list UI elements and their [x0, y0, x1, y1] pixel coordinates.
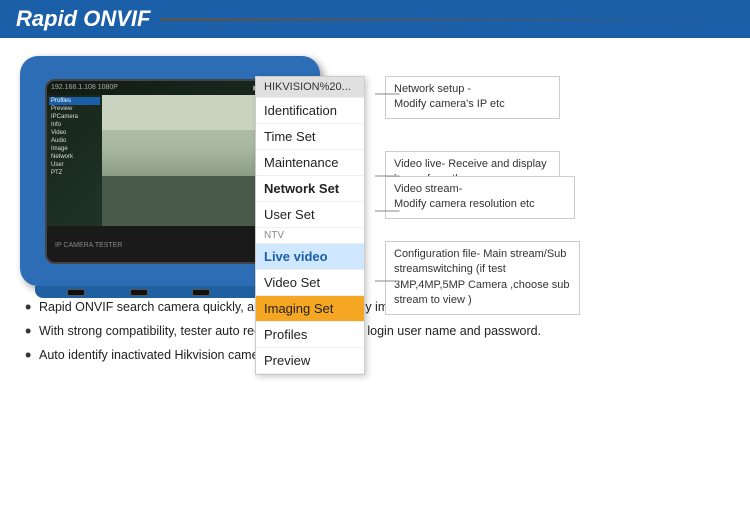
connector-3 [192, 289, 210, 296]
right-area: Network setup -Modify camera's IP etc Vi… [375, 46, 735, 286]
page-header: Rapid ONVIF [0, 0, 750, 38]
screen-status-left: 192.168.1.108 1080P [51, 84, 118, 91]
screen-sidebar-ptz[interactable]: PTZ [49, 169, 100, 177]
screen-sidebar-audio[interactable]: Audio [49, 137, 100, 145]
annotation-video-stream: Video stream-Modify camera resolution et… [385, 176, 575, 219]
bullet-dot-3: • [25, 346, 33, 366]
annotation-network-text: Network setup -Modify camera's IP etc [394, 83, 505, 110]
screen-sidebar-network[interactable]: Network [49, 153, 100, 161]
menu-time-set[interactable]: Time Set [256, 124, 364, 150]
left-area: 192.168.1.108 1080P ▶ VALUE ● Profiles P… [15, 46, 375, 286]
annotation-config-text: Configuration file- Main stream/Sub stre… [394, 248, 569, 306]
menu-live-video[interactable]: Live video [256, 244, 364, 270]
bullet-item-3: • Auto identify inactivated Hikvision ca… [25, 346, 730, 366]
bullet-dot-1: • [25, 298, 33, 318]
annotation-stream-text: Video stream-Modify camera resolution et… [394, 183, 535, 210]
screen-sidebar: Profiles Preview IPCamera Info Video Aud… [47, 95, 102, 226]
screen-sidebar-ipcamera[interactable]: IPCamera [49, 113, 100, 121]
screen-sidebar-info[interactable]: Info [49, 121, 100, 129]
annotation-network-setup: Network setup -Modify camera's IP etc [385, 76, 560, 119]
menu-video-set[interactable]: Video Set [256, 270, 364, 296]
menu-maintenance[interactable]: Maintenance [256, 150, 364, 176]
menu-user-set[interactable]: User Set [256, 202, 364, 228]
header-line [160, 18, 734, 21]
page-title: Rapid ONVIF [16, 6, 150, 32]
device-label-left: IP CAMERA TESTER [55, 242, 122, 249]
screen-sidebar-image[interactable]: Image [49, 145, 100, 153]
bullet-item-1: • Rapid ONVIF search camera quickly, aut… [25, 298, 730, 318]
screen-sidebar-profiles[interactable]: Profiles [49, 97, 100, 105]
menu-ntv: NTV [256, 228, 364, 244]
connector-2 [130, 289, 148, 296]
menu-identification[interactable]: Identification [256, 98, 364, 124]
onvif-menu: HIKVISION%20... Identification Time Set … [255, 76, 365, 375]
menu-preview[interactable]: Preview [256, 348, 364, 374]
bullet-item-2: • With strong compatibility, tester auto… [25, 322, 730, 342]
screen-sidebar-preview[interactable]: Preview [49, 105, 100, 113]
menu-title: HIKVISION%20... [256, 77, 364, 98]
menu-network-set[interactable]: Network Set [256, 176, 364, 202]
annotation-config-file: Configuration file- Main stream/Sub stre… [385, 241, 580, 315]
main-content: 192.168.1.108 1080P ▶ VALUE ● Profiles P… [0, 38, 750, 286]
bullet-dot-2: • [25, 322, 33, 342]
connector-1 [67, 289, 85, 296]
menu-imaging-set[interactable]: Imaging Set [256, 296, 364, 322]
screen-sidebar-video[interactable]: Video [49, 129, 100, 137]
menu-profiles[interactable]: Profiles [256, 322, 364, 348]
screen-sidebar-user[interactable]: User [49, 161, 100, 169]
